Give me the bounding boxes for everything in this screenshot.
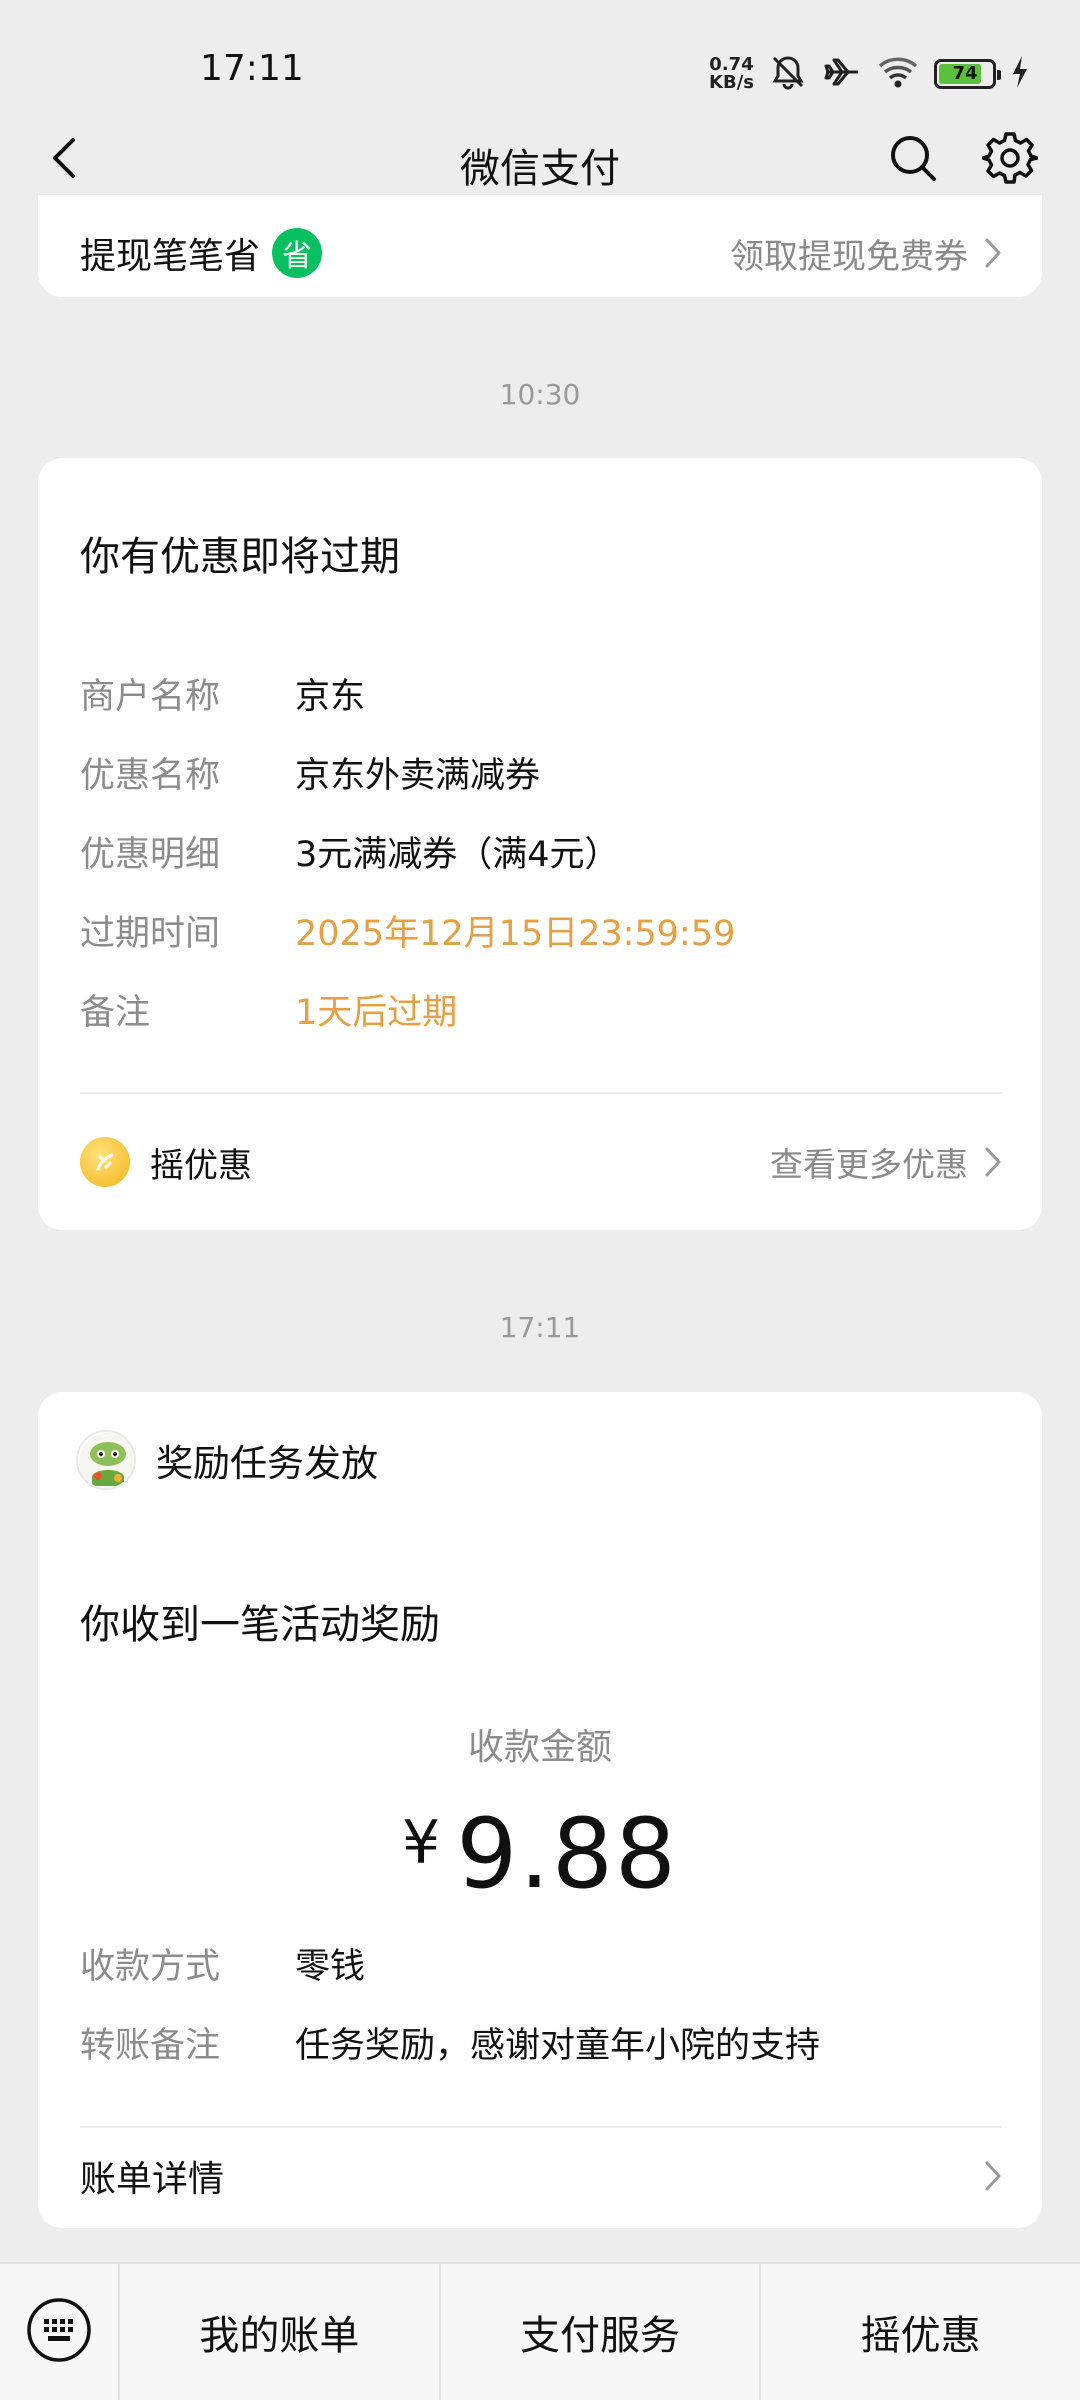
airplane-icon	[822, 52, 862, 96]
shake-discount-icon	[80, 1137, 130, 1187]
message-timestamp: 17:11	[499, 1311, 581, 1344]
tab-payment-services[interactable]: 支付服务	[438, 2263, 760, 2400]
info-value: 京东	[295, 677, 366, 717]
amount-number: 9.88	[456, 1798, 678, 1910]
chevron-right-icon	[984, 237, 1002, 269]
avatar	[76, 1430, 136, 1490]
info-value: 3元满减券（满4元）	[295, 835, 620, 875]
info-label: 商户名称	[80, 677, 221, 717]
search-icon	[887, 132, 939, 188]
network-speed: 0.74 KB/s	[709, 56, 754, 92]
currency-symbol: ¥	[402, 1808, 443, 1878]
bill-details-label: 账单详情	[80, 2159, 225, 2200]
promo-text: 提现笔笔省	[80, 236, 261, 277]
view-more-discounts-link[interactable]: 查看更多优惠	[770, 1138, 1002, 1186]
shake-label: 摇优惠	[150, 1145, 252, 1186]
info-label: 优惠名称	[80, 756, 221, 796]
tab-shake-discounts[interactable]: 摇优惠	[759, 2263, 1080, 2400]
amount-label: 收款金额	[467, 1727, 612, 1768]
reward-card[interactable]: 奖励任务发放 你收到一笔活动奖励 收款金额 ¥9.88 收款方式 零钱 转账备注…	[38, 1392, 1042, 2228]
battery-icon: 74	[934, 59, 1001, 89]
info-label: 收款方式	[80, 1947, 221, 1987]
promo-link-label: 领取提现免费券	[730, 236, 968, 277]
info-label: 转账备注	[80, 2026, 221, 2066]
save-badge: 省	[272, 228, 323, 278]
search-button[interactable]	[878, 125, 948, 195]
reward-sender: 奖励任务发放	[76, 1430, 378, 1490]
info-row-merchant: 商户名称 京东	[80, 668, 1002, 718]
message-timestamp: 10:30	[499, 378, 581, 411]
view-more-label: 查看更多优惠	[770, 1145, 968, 1184]
info-row-remark: 备注 1天后过期	[80, 984, 1002, 1034]
card-title: 你有优惠即将过期	[80, 534, 400, 580]
status-icons: 0.74 KB/s 74	[709, 52, 1030, 96]
info-value: 任务奖励，感谢对童年小院的支持	[295, 2026, 821, 2066]
bottom-menu-bar: 我的账单 支付服务 摇优惠	[0, 2262, 1080, 2400]
withdraw-promo-row[interactable]: 提现笔笔省 省 领取提现免费券	[80, 223, 1002, 283]
info-row-payment-method: 收款方式 零钱	[80, 1938, 1002, 1988]
chevron-right-icon	[984, 2160, 1002, 2192]
info-label: 备注	[80, 993, 151, 1033]
battery-level: 74	[952, 63, 978, 84]
info-value: 2025年12月15日23:59:59	[295, 914, 736, 954]
info-row-expiry-time: 过期时间 2025年12月15日23:59:59	[80, 905, 1002, 955]
network-speed-unit: KB/s	[709, 72, 754, 93]
info-value: 京东外卖满减券	[295, 756, 541, 796]
info-row-coupon-name: 优惠名称 京东外卖满减券	[80, 747, 1002, 797]
info-label: 过期时间	[80, 914, 221, 954]
sender-name: 奖励任务发放	[156, 1442, 378, 1485]
amount-value: ¥9.88	[38, 1798, 1042, 1910]
chevron-right-icon	[984, 1146, 1002, 1178]
shake-left: 摇优惠	[80, 1137, 252, 1187]
info-row-transfer-note: 转账备注 任务奖励，感谢对童年小院的支持	[80, 2017, 1002, 2067]
gear-icon	[981, 130, 1039, 190]
settings-button[interactable]	[975, 125, 1045, 195]
divider	[80, 1092, 1002, 1094]
promo-link[interactable]: 领取提现免费券	[730, 229, 1002, 278]
withdraw-promo-card[interactable]: 提现笔笔省 省 领取提现免费券	[38, 195, 1042, 297]
coupon-expiry-card[interactable]: 你有优惠即将过期 商户名称 京东 优惠名称 京东外卖满减券 优惠明细 3元满减券…	[38, 458, 1042, 1230]
info-row-coupon-detail: 优惠明细 3元满减券（满4元）	[80, 826, 1002, 876]
status-time: 17:11	[200, 48, 304, 89]
bill-details-row[interactable]: 账单详情	[80, 2146, 1002, 2206]
info-value: 1天后过期	[295, 993, 458, 1033]
shake-discount-row[interactable]: 摇优惠 查看更多优惠	[80, 1132, 1002, 1192]
keyboard-toggle-button[interactable]	[0, 2263, 118, 2400]
mute-icon	[768, 52, 808, 96]
divider	[80, 2126, 1002, 2128]
tab-my-bills[interactable]: 我的账单	[118, 2263, 439, 2400]
card-title: 你收到一笔活动奖励	[80, 1602, 440, 1648]
info-value: 零钱	[295, 1947, 366, 1987]
charging-icon	[1010, 54, 1030, 94]
wifi-icon	[876, 52, 920, 96]
info-label: 优惠明细	[80, 835, 221, 875]
promo-left: 提现笔笔省 省	[80, 227, 323, 279]
keyboard-icon	[26, 2297, 92, 2367]
